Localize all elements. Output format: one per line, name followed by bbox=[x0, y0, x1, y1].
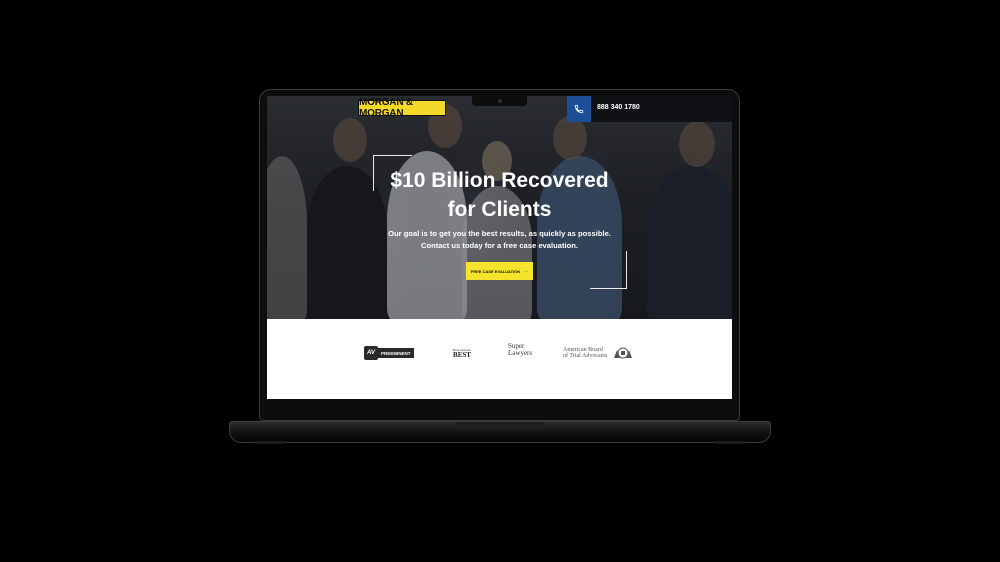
hero-headline: $10 Billion Recovered for Clients bbox=[357, 166, 642, 224]
laptop-screen: MORGAN & MORGAN 888 340 1780 $10 Billion… bbox=[267, 96, 732, 399]
super-lawyers-line-2: Lawyers bbox=[508, 349, 533, 357]
av-label: PREEMINENT bbox=[378, 348, 414, 358]
laptop-foot-right bbox=[714, 441, 746, 444]
headline-line-2: for Clients bbox=[447, 198, 552, 221]
frame-corner-bottom-right bbox=[590, 251, 627, 289]
av-icon: AV bbox=[364, 346, 378, 360]
super-lawyers-badge: Super Lawyers bbox=[508, 343, 532, 357]
headline-line-1: $10 Billion Recovered bbox=[390, 169, 609, 192]
best-lawyers-big: BEST bbox=[453, 350, 471, 359]
abota-badge: American Board of Trial Advocates bbox=[563, 346, 634, 360]
subtext-line-2: Contact us today for a free case evaluat… bbox=[421, 241, 578, 250]
best-lawyers-badge: Best Lawyers BEST bbox=[452, 343, 472, 363]
free-case-evaluation-button[interactable]: FREE CASE EVALUATION → bbox=[466, 262, 533, 280]
awards-strip: AV PREEMINENT Best Lawyers BEST Super La… bbox=[267, 319, 732, 399]
cta-label: FREE CASE EVALUATION bbox=[470, 268, 521, 274]
av-preeminent-badge: AV PREEMINENT bbox=[364, 346, 414, 360]
laptop-foot-left bbox=[254, 441, 286, 444]
hero-subtext: Our goal is to get you the best results,… bbox=[357, 228, 642, 252]
camera-notch bbox=[472, 96, 527, 106]
laptop-base-notch bbox=[455, 422, 545, 426]
abota-line-2: of Trial Advocates bbox=[563, 353, 608, 359]
abota-seal-icon bbox=[614, 347, 632, 359]
phone-icon bbox=[574, 104, 584, 114]
abota-label: American Board of Trial Advocates bbox=[563, 347, 609, 359]
logo-text: MORGAN & MORGAN bbox=[359, 97, 413, 119]
morgan-logo[interactable]: MORGAN & MORGAN bbox=[358, 97, 446, 119]
subtext-line-1: Our goal is to get you the best results,… bbox=[388, 229, 611, 238]
phone-button[interactable] bbox=[567, 96, 591, 122]
camera-icon bbox=[498, 99, 502, 103]
arrow-right-icon: → bbox=[523, 268, 529, 274]
phone-number-link[interactable]: 888 340 1780 bbox=[597, 104, 640, 111]
hero-section: MORGAN & MORGAN 888 340 1780 $10 Billion… bbox=[267, 96, 732, 326]
